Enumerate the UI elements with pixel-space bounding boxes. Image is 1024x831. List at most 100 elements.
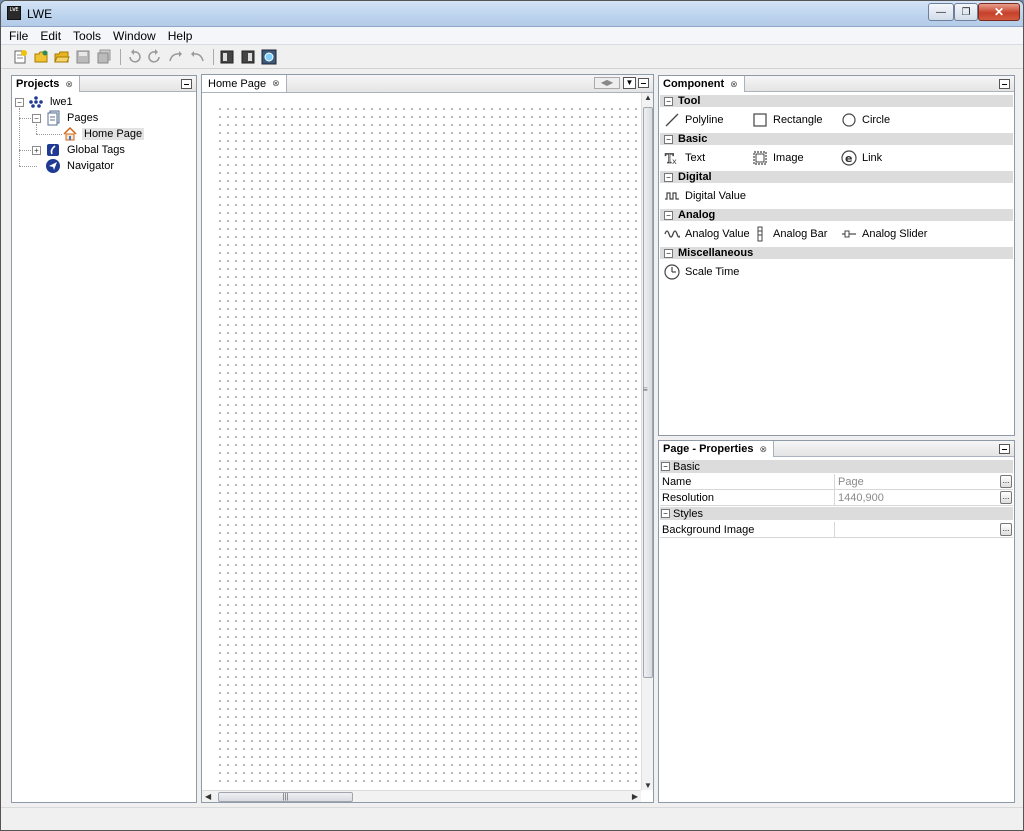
- section-basic[interactable]: − Basic: [660, 133, 1013, 145]
- menu-tools[interactable]: Tools: [71, 29, 103, 43]
- scroll-left-icon[interactable]: ◀: [205, 792, 211, 801]
- component-tab[interactable]: Component ⊗: [659, 76, 745, 92]
- property-background-image-value[interactable]: [835, 522, 1000, 537]
- property-section-label: Basic: [673, 460, 700, 473]
- tree-connector: [19, 118, 33, 119]
- property-row-name[interactable]: Name Page ...: [660, 474, 1013, 490]
- close-window-button[interactable]: ✕: [978, 3, 1020, 21]
- collapse-icon[interactable]: −: [661, 462, 670, 471]
- project-network-icon: [28, 94, 44, 110]
- rectangle-icon: [751, 111, 769, 129]
- maximize-window-button[interactable]: ❐: [954, 3, 978, 21]
- component-image[interactable]: Image: [751, 149, 804, 167]
- section-miscellaneous[interactable]: − Miscellaneous: [660, 247, 1013, 259]
- new-project-button[interactable]: [11, 48, 29, 66]
- property-row-resolution[interactable]: Resolution 1440,900 ...: [660, 490, 1013, 506]
- edit-property-button[interactable]: ...: [1000, 523, 1012, 536]
- preview-button[interactable]: [260, 48, 278, 66]
- redo-alt-button[interactable]: [167, 48, 185, 66]
- component-digital-value[interactable]: Digital Value: [663, 187, 746, 205]
- tree-node-home-page[interactable]: Home Page: [62, 126, 145, 142]
- property-section-styles[interactable]: − Styles: [660, 507, 1013, 520]
- edit-property-button[interactable]: ...: [1000, 475, 1012, 488]
- collapse-icon[interactable]: −: [15, 97, 24, 107]
- property-row-background-image[interactable]: Background Image ...: [660, 522, 1013, 538]
- collapse-icon[interactable]: −: [661, 509, 670, 518]
- component-polyline[interactable]: Polyline: [663, 111, 724, 129]
- component-analog-bar[interactable]: Analog Bar: [751, 225, 827, 243]
- horizontal-scrollbar[interactable]: ◀ ||| ▶: [202, 790, 641, 802]
- scroll-down-icon[interactable]: ▼: [644, 781, 652, 790]
- component-analog-value[interactable]: Analog Value: [663, 225, 750, 243]
- tab-scroll-button[interactable]: ◀▶: [594, 77, 620, 89]
- section-analog[interactable]: − Analog: [660, 209, 1013, 221]
- splitter-handle[interactable]: ≡: [643, 385, 649, 399]
- panel-button[interactable]: [218, 48, 236, 66]
- open-folder-button[interactable]: [53, 48, 71, 66]
- save-button[interactable]: [74, 48, 92, 66]
- edit-property-button[interactable]: ...: [1000, 491, 1012, 504]
- collapse-icon[interactable]: −: [664, 248, 673, 258]
- section-tool[interactable]: − Tool: [660, 95, 1013, 107]
- property-resolution-value[interactable]: 1440,900: [835, 490, 1000, 505]
- design-canvas[interactable]: [214, 103, 640, 783]
- property-name-value[interactable]: Page: [835, 474, 1000, 489]
- title-bar[interactable]: LWE LWE — ❐ ✕: [1, 1, 1023, 27]
- component-rectangle[interactable]: Rectangle: [751, 111, 823, 129]
- minimize-panel-button[interactable]: [999, 444, 1010, 454]
- collapse-icon[interactable]: −: [664, 96, 673, 106]
- global-tags-icon: [45, 142, 61, 158]
- undo-alt-button[interactable]: [188, 48, 206, 66]
- save-all-button[interactable]: [95, 48, 113, 66]
- close-icon[interactable]: ⊗: [730, 79, 738, 90]
- component-text[interactable]: Tx Text: [663, 149, 706, 167]
- save-all-icon: [97, 49, 111, 63]
- collapse-icon[interactable]: −: [664, 134, 673, 144]
- polyline-icon: [663, 111, 681, 129]
- tab-list-button[interactable]: ▼: [623, 77, 636, 89]
- scroll-right-icon[interactable]: ▶: [632, 792, 638, 801]
- minimize-icon: —: [936, 6, 946, 18]
- redo-button[interactable]: [146, 48, 164, 66]
- properties-panel-header: Page - Properties ⊗: [659, 441, 1014, 457]
- component-scale-time[interactable]: Scale Time: [663, 263, 739, 281]
- horizontal-scroll-thumb[interactable]: |||: [218, 792, 353, 802]
- panel-alt-button[interactable]: [239, 48, 257, 66]
- tree-node-root[interactable]: − lwe1: [15, 94, 75, 110]
- section-analog-label: Analog: [678, 209, 716, 221]
- menu-window[interactable]: Window: [111, 29, 158, 43]
- minimize-panel-button[interactable]: [181, 79, 192, 89]
- property-section-basic[interactable]: − Basic: [660, 460, 1013, 473]
- collapse-icon[interactable]: −: [32, 113, 41, 123]
- section-digital[interactable]: − Digital: [660, 171, 1013, 183]
- close-icon[interactable]: ⊗: [272, 78, 280, 89]
- expand-icon[interactable]: +: [32, 145, 41, 155]
- projects-tab[interactable]: Projects ⊗: [12, 76, 80, 92]
- properties-tab[interactable]: Page - Properties ⊗: [659, 441, 775, 457]
- close-icon: ✕: [993, 5, 1005, 19]
- tree-node-pages[interactable]: − Pages: [32, 110, 100, 126]
- undo-button[interactable]: [125, 48, 143, 66]
- minimize-window-button[interactable]: —: [928, 3, 954, 21]
- menu-edit[interactable]: Edit: [38, 29, 63, 43]
- scroll-up-icon[interactable]: ▲: [644, 93, 652, 102]
- collapse-icon[interactable]: −: [664, 210, 673, 220]
- vertical-scrollbar[interactable]: ▲ ▼: [641, 93, 653, 790]
- component-analog-slider[interactable]: Analog Slider: [840, 225, 927, 243]
- tree-node-navigator[interactable]: Navigator: [45, 158, 116, 174]
- new-page-button[interactable]: [32, 48, 50, 66]
- tree-node-global-tags[interactable]: + Global Tags: [32, 142, 127, 158]
- component-label: Rectangle: [773, 114, 823, 126]
- menu-help[interactable]: Help: [166, 29, 195, 43]
- close-icon[interactable]: ⊗: [65, 79, 73, 90]
- tab-home-page[interactable]: Home Page ⊗: [202, 75, 287, 92]
- minimize-panel-button[interactable]: [999, 79, 1010, 89]
- minimize-panel-button[interactable]: [638, 78, 649, 88]
- menu-file[interactable]: File: [7, 29, 30, 43]
- projects-panel-header: Projects ⊗: [12, 76, 196, 92]
- close-icon[interactable]: ⊗: [759, 444, 767, 455]
- component-circle[interactable]: Circle: [840, 111, 890, 129]
- collapse-icon[interactable]: −: [664, 172, 673, 182]
- tree-connector: [36, 134, 62, 135]
- component-link[interactable]: e Link: [840, 149, 882, 167]
